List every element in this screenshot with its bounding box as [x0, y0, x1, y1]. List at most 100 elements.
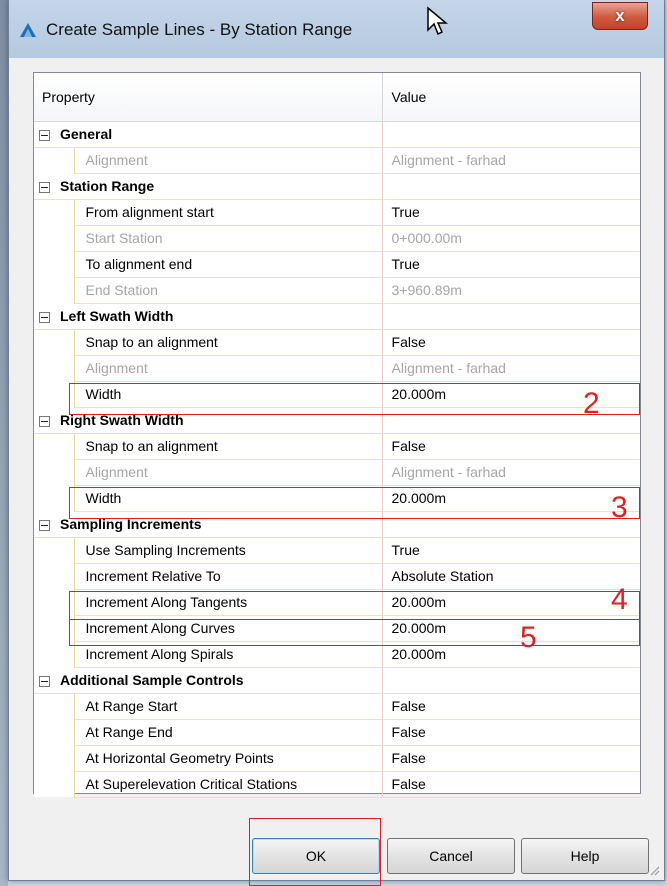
collapse-toggle-cell[interactable] [34, 667, 54, 694]
category-row[interactable]: Left Swath Width [34, 303, 641, 330]
annotation-number: 3 [611, 491, 628, 524]
help-button[interactable]: Help [521, 838, 649, 874]
indent-cell [34, 615, 54, 641]
category-label: Right Swath Width [54, 407, 383, 434]
collapse-toggle-cell[interactable] [34, 407, 54, 434]
category-row[interactable]: Sampling Increments [34, 511, 641, 538]
collapse-toggle-cell[interactable] [34, 511, 54, 538]
header-value[interactable]: Value [382, 73, 641, 122]
indent-cell [34, 225, 54, 251]
category-row[interactable]: Right Swath Width [34, 407, 641, 434]
property-row[interactable]: Width 20.000m [34, 381, 641, 408]
property-table: Property Value General Alignment Alignment… [34, 73, 641, 798]
property-value[interactable]: False [382, 433, 641, 460]
property-value[interactable]: False [382, 329, 641, 356]
indent-cell [34, 329, 54, 355]
property-name: Alignment [74, 459, 383, 486]
property-row[interactable]: At Range End False [34, 719, 641, 746]
indent-gutter [54, 355, 75, 381]
collapse-toggle-cell[interactable] [34, 303, 54, 330]
indent-gutter [54, 381, 75, 407]
collapse-minus-icon[interactable] [39, 415, 50, 427]
property-row[interactable]: Alignment Alignment - farhad [34, 459, 641, 486]
indent-cell [34, 589, 54, 615]
property-row[interactable]: From alignment start True [34, 199, 641, 226]
property-row[interactable]: Alignment Alignment - farhad [34, 355, 641, 382]
property-name: At Range End [74, 719, 383, 746]
indent-gutter [54, 433, 75, 459]
category-row[interactable]: Station Range [34, 173, 641, 200]
property-name: Snap to an alignment [74, 433, 383, 460]
category-value-cell [382, 407, 641, 434]
indent-gutter [54, 225, 75, 251]
category-value-cell [382, 667, 641, 694]
property-value[interactable]: False [382, 693, 641, 720]
property-name: At Superelevation Critical Stations [74, 771, 383, 798]
title-bar[interactable]: Create Sample Lines - By Station Range x [9, 0, 664, 58]
property-row[interactable]: Start Station 0+000.00m [34, 225, 641, 252]
property-row[interactable]: Width 20.000m [34, 485, 641, 512]
mouse-cursor-icon [427, 6, 448, 36]
property-row[interactable]: Snap to an alignment False [34, 329, 641, 356]
property-row[interactable]: Increment Along Spirals 20.000m [34, 641, 641, 668]
collapse-minus-icon[interactable] [39, 129, 50, 141]
property-name: Width [74, 485, 383, 512]
indent-gutter [54, 615, 75, 641]
property-row[interactable]: Increment Relative To Absolute Station [34, 563, 641, 590]
indent-cell [34, 771, 54, 797]
indent-gutter [54, 459, 75, 485]
indent-gutter [54, 641, 75, 667]
category-label: Additional Sample Controls [54, 667, 383, 694]
property-row[interactable]: End Station 3+960.89m [34, 277, 641, 304]
property-row[interactable]: Alignment Alignment - farhad [34, 147, 641, 174]
indent-cell [34, 719, 54, 745]
indent-cell [34, 693, 54, 719]
property-value: 0+000.00m [382, 225, 641, 252]
property-value[interactable]: 20.000m [382, 615, 641, 642]
property-row[interactable]: At Horizontal Geometry Points False [34, 745, 641, 772]
property-row[interactable]: Increment Along Curves 20.000m [34, 615, 641, 642]
resize-grip-icon[interactable] [648, 864, 660, 876]
property-value[interactable]: 20.000m [382, 381, 641, 408]
collapse-minus-icon[interactable] [39, 181, 50, 193]
collapse-toggle-cell[interactable] [34, 173, 54, 200]
property-row[interactable]: Snap to an alignment False [34, 433, 641, 460]
collapse-toggle-cell[interactable] [34, 121, 54, 148]
property-value[interactable]: True [382, 251, 641, 278]
property-value[interactable]: 20.000m [382, 589, 641, 616]
property-value[interactable]: 20.000m [382, 485, 641, 512]
ok-button[interactable]: OK [252, 838, 380, 874]
indent-cell [34, 199, 54, 225]
property-row[interactable]: At Range Start False [34, 693, 641, 720]
property-name: Use Sampling Increments [74, 537, 383, 564]
indent-cell [34, 485, 54, 511]
property-value[interactable]: False [382, 719, 641, 746]
category-value-cell [382, 303, 641, 330]
close-button[interactable]: x [592, 2, 648, 30]
property-value[interactable]: True [382, 199, 641, 226]
dialog-window: Create Sample Lines - By Station Range x… [8, 0, 665, 886]
property-value[interactable]: 20.000m [382, 641, 641, 668]
category-row[interactable]: General [34, 121, 641, 148]
property-row[interactable]: To alignment end True [34, 251, 641, 278]
property-name: Start Station [74, 225, 383, 252]
indent-cell [34, 251, 54, 277]
category-label: General [54, 121, 383, 148]
property-value[interactable]: True [382, 537, 641, 564]
cancel-button[interactable]: Cancel [387, 838, 515, 874]
collapse-minus-icon[interactable] [39, 675, 50, 687]
property-value[interactable]: False [382, 771, 641, 798]
property-row[interactable]: Use Sampling Increments True [34, 537, 641, 564]
collapse-minus-icon[interactable] [39, 311, 50, 323]
dialog-body: Property Value General Alignment Alignment… [9, 58, 664, 886]
category-value-cell [382, 173, 641, 200]
category-label: Sampling Increments [54, 511, 383, 538]
property-value[interactable]: Absolute Station [382, 563, 641, 590]
property-value[interactable]: False [382, 745, 641, 772]
collapse-minus-icon[interactable] [39, 519, 50, 531]
category-row[interactable]: Additional Sample Controls [34, 667, 641, 694]
property-row[interactable]: Increment Along Tangents 20.000m [34, 589, 641, 616]
property-value: Alignment - farhad [382, 459, 641, 486]
header-property[interactable]: Property [34, 73, 383, 122]
property-row[interactable]: At Superelevation Critical Stations False [34, 771, 641, 798]
